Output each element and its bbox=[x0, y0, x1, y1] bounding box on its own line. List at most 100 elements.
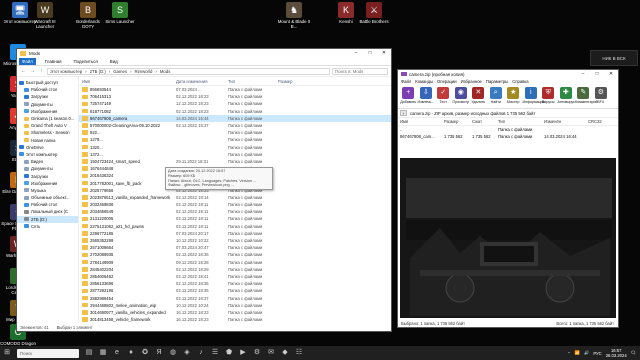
file-row[interactable]: 2856133696 02.12.2022 18:35 Папка с файлам… bbox=[79, 280, 391, 287]
taskbar-app-icon[interactable]: e bbox=[110, 346, 124, 360]
taskbar-app-icon[interactable]: Я bbox=[152, 346, 166, 360]
column-crc[interactable]: CRC32 bbox=[586, 119, 614, 124]
toolbar-button[interactable]: ⌕ Найти bbox=[488, 86, 505, 104]
taskbar-app-icon[interactable]: ▶ bbox=[236, 346, 250, 360]
menu-item[interactable]: Параметры bbox=[486, 79, 508, 84]
file-row[interactable]: 2944468802_melee_animation_wip 10.12.2022… bbox=[79, 302, 391, 309]
file-row[interactable]: 1372... Папка с файлами bbox=[79, 151, 391, 158]
breadcrumb-item[interactable]: Rimworld bbox=[135, 69, 153, 74]
column-modified[interactable]: Изменён bbox=[542, 119, 586, 124]
menu-item[interactable]: Избранное bbox=[461, 79, 482, 84]
close-button[interactable]: ✕ bbox=[377, 49, 391, 58]
column-size[interactable]: Размер bbox=[275, 79, 315, 84]
file-row[interactable]: 2854606462 02.12.2022 18:41 Папка с файлам… bbox=[79, 273, 391, 280]
nav-item[interactable]: Изображения bbox=[17, 108, 78, 115]
file-row[interactable]: 3014813458_vehicle_framework 16.12.2022 1… bbox=[79, 316, 391, 323]
breadcrumb-item[interactable]: Этот компьютер bbox=[50, 69, 82, 74]
file-row[interactable]: 2565352299 10.12.2022 10:22 Папка с файлам… bbox=[79, 237, 391, 244]
taskbar-app-icon[interactable]: ▦ bbox=[96, 346, 110, 360]
file-row[interactable]: 2131220005 02.12.2022 18:11 Папка с файлам… bbox=[79, 215, 391, 222]
file-row[interactable]: 2034656549 02.12.2022 18:11 Папка с файлам… bbox=[79, 208, 391, 215]
nav-item[interactable]: Документы bbox=[17, 165, 78, 172]
nav-item[interactable]: Видео bbox=[17, 158, 78, 165]
desktop-shortcut[interactable]: S Sims Launcher bbox=[102, 2, 138, 24]
taskbar-app-icon[interactable]: ▤ bbox=[82, 346, 96, 360]
nav-item[interactable]: Загрузки bbox=[17, 93, 78, 100]
column-name[interactable]: Имя bbox=[79, 79, 173, 84]
tab-view[interactable]: Вид bbox=[107, 58, 121, 65]
notification-banner[interactable]: НИК В ВСК bbox=[590, 50, 638, 66]
column-size[interactable]: Размер bbox=[442, 119, 470, 124]
menu-item[interactable]: Файл bbox=[401, 79, 411, 84]
search-input[interactable] bbox=[332, 67, 388, 75]
nav-item[interactable]: Рабочий стол bbox=[17, 201, 78, 208]
up-folder-icon[interactable]: ↑ bbox=[400, 110, 407, 116]
taskbar-app-icon[interactable]: ✪ bbox=[138, 346, 152, 360]
column-type[interactable]: Тип bbox=[225, 79, 275, 84]
taskbar-app-icon[interactable]: ☰ bbox=[208, 346, 222, 360]
clock[interactable]: 16:57 26.03.2024 bbox=[606, 348, 627, 358]
start-button-icon[interactable]: ⊞ bbox=[0, 346, 14, 360]
taskbar-app-icon[interactable]: ◆ bbox=[278, 346, 292, 360]
nav-item[interactable]: 2ТБ (D:) bbox=[17, 215, 78, 223]
taskbar-app-icon[interactable]: ⚙ bbox=[250, 346, 264, 360]
file-row[interactable]: 2845402204 02.12.2022 18:29 Папка с файлам… bbox=[79, 266, 391, 273]
up-icon[interactable]: ↑ bbox=[38, 68, 45, 74]
file-row[interactable]: 1279... Папка с файлами bbox=[79, 136, 391, 143]
file-row[interactable]: 2296772185 07.03.2024 20:17 Папка с файлам… bbox=[79, 230, 391, 237]
nav-item[interactable]: OneDrive bbox=[17, 144, 78, 151]
toolbar-button[interactable]: ✎ Комментарий bbox=[575, 86, 598, 104]
taskbar-search[interactable]: Поиск bbox=[17, 348, 79, 358]
nav-item[interactable]: Ginkama (1 season.0... bbox=[17, 115, 78, 122]
nav-item[interactable]: Grand Theft Auto V bbox=[17, 122, 78, 129]
file-row[interactable]: 2275131062_a21_hd_pawns 02.12.2022 18:11 П… bbox=[79, 223, 391, 230]
toolbar-button[interactable]: ◉ Просмотр bbox=[453, 86, 470, 104]
nav-item[interactable]: Документы bbox=[17, 101, 78, 108]
file-row[interactable]: 2877292196 02.12.2022 18:35 Папка с файлам… bbox=[79, 287, 391, 294]
toolbar-button[interactable]: ⇩ Извлечь... bbox=[418, 86, 434, 104]
file-row[interactable]: 706415313 02.12.2022 18:23 Папка с файлами bbox=[79, 93, 391, 100]
menu-item[interactable]: Операции bbox=[437, 79, 457, 84]
column-name[interactable]: Имя bbox=[398, 119, 442, 124]
taskbar-app-icon[interactable]: ♦ bbox=[124, 346, 138, 360]
archive-row[interactable]: .. Папка с файлами bbox=[398, 126, 618, 133]
volume-icon[interactable]: 🔊 bbox=[584, 350, 589, 356]
menu-item[interactable]: Команды bbox=[415, 79, 433, 84]
toolbar-button[interactable]: ✕ Удалить bbox=[470, 86, 487, 104]
nav-item[interactable]: Новая папка bbox=[17, 137, 78, 144]
file-row[interactable]: 2571008664 07.03.2024 20:47 Папка с файлам… bbox=[79, 244, 391, 251]
toolbar-button[interactable]: ⚙ SFX bbox=[593, 86, 610, 104]
desktop-shortcut[interactable]: B Borderlands GOTY bbox=[70, 2, 106, 29]
nav-item[interactable]: Быстрый доступ bbox=[17, 79, 78, 86]
file-row[interactable]: 1504723424_smart_speed 29.11.2022 18:31 Па… bbox=[79, 158, 391, 165]
file-row[interactable]: 870000002-CleaningArea-09.10.2022 02.12.2… bbox=[79, 122, 391, 129]
file-row[interactable]: 2702089935 02.12.2022 18:35 Папка с файлам… bbox=[79, 251, 391, 258]
file-row[interactable]: 725747149 12.12.2022 18:23 Папка с файлами bbox=[79, 100, 391, 107]
explorer-titlebar[interactable]: Mods – □ ✕ bbox=[17, 49, 391, 58]
file-row[interactable]: 2023876513_vanilla_expanded_framework 02.… bbox=[79, 194, 391, 201]
nav-item[interactable]: Загрузки bbox=[17, 172, 78, 179]
desktop-shortcut[interactable]: W Warcraft III Launcher bbox=[27, 2, 63, 29]
nav-item[interactable]: Этот компьютер bbox=[17, 151, 78, 158]
nav-item[interactable]: Сеть bbox=[17, 223, 78, 230]
minimize-button[interactable]: – bbox=[349, 49, 363, 58]
chevron-up-icon[interactable]: ⌃ bbox=[567, 351, 571, 356]
toolbar-button[interactable]: i Информация bbox=[523, 86, 545, 104]
column-packed[interactable]: Сжат bbox=[470, 119, 496, 124]
toolbar-button[interactable]: ✓ Тест bbox=[435, 86, 452, 104]
file-row[interactable]: 818771082 02.12.2022 18:23 Папка с файлами bbox=[79, 108, 391, 115]
file-row[interactable]: 1320... Папка с файлами bbox=[79, 144, 391, 151]
nav-item[interactable]: Локальный диск (С bbox=[17, 208, 78, 215]
toolbar-button[interactable]: + Добавить bbox=[400, 86, 417, 104]
winrar-titlebar[interactable]: camera.zip (пробная копия) – □ ✕ bbox=[398, 70, 618, 78]
file-row[interactable]: 2032469836 02.12.2022 18:11 Папка с файлам… bbox=[79, 201, 391, 208]
column-date[interactable]: Дата изменения bbox=[173, 79, 225, 84]
column-type[interactable]: Тип bbox=[496, 119, 542, 124]
taskbar-app-icon[interactable]: ☷ bbox=[292, 346, 306, 360]
file-row[interactable]: 867467808_camera 14.03.2024 16:44 Папка с … bbox=[79, 114, 391, 122]
close-button[interactable]: ✕ bbox=[604, 70, 618, 79]
breadcrumb-item[interactable]: Games bbox=[113, 69, 127, 74]
archive-row[interactable]: 867467808_cam... 1 735 562 1 735 562 Папка … bbox=[398, 133, 618, 140]
breadcrumb[interactable]: Этот компьютер › 2ТБ (D:) › Games › Rimworl… bbox=[47, 67, 330, 75]
menu-item[interactable]: Справка bbox=[512, 79, 528, 84]
